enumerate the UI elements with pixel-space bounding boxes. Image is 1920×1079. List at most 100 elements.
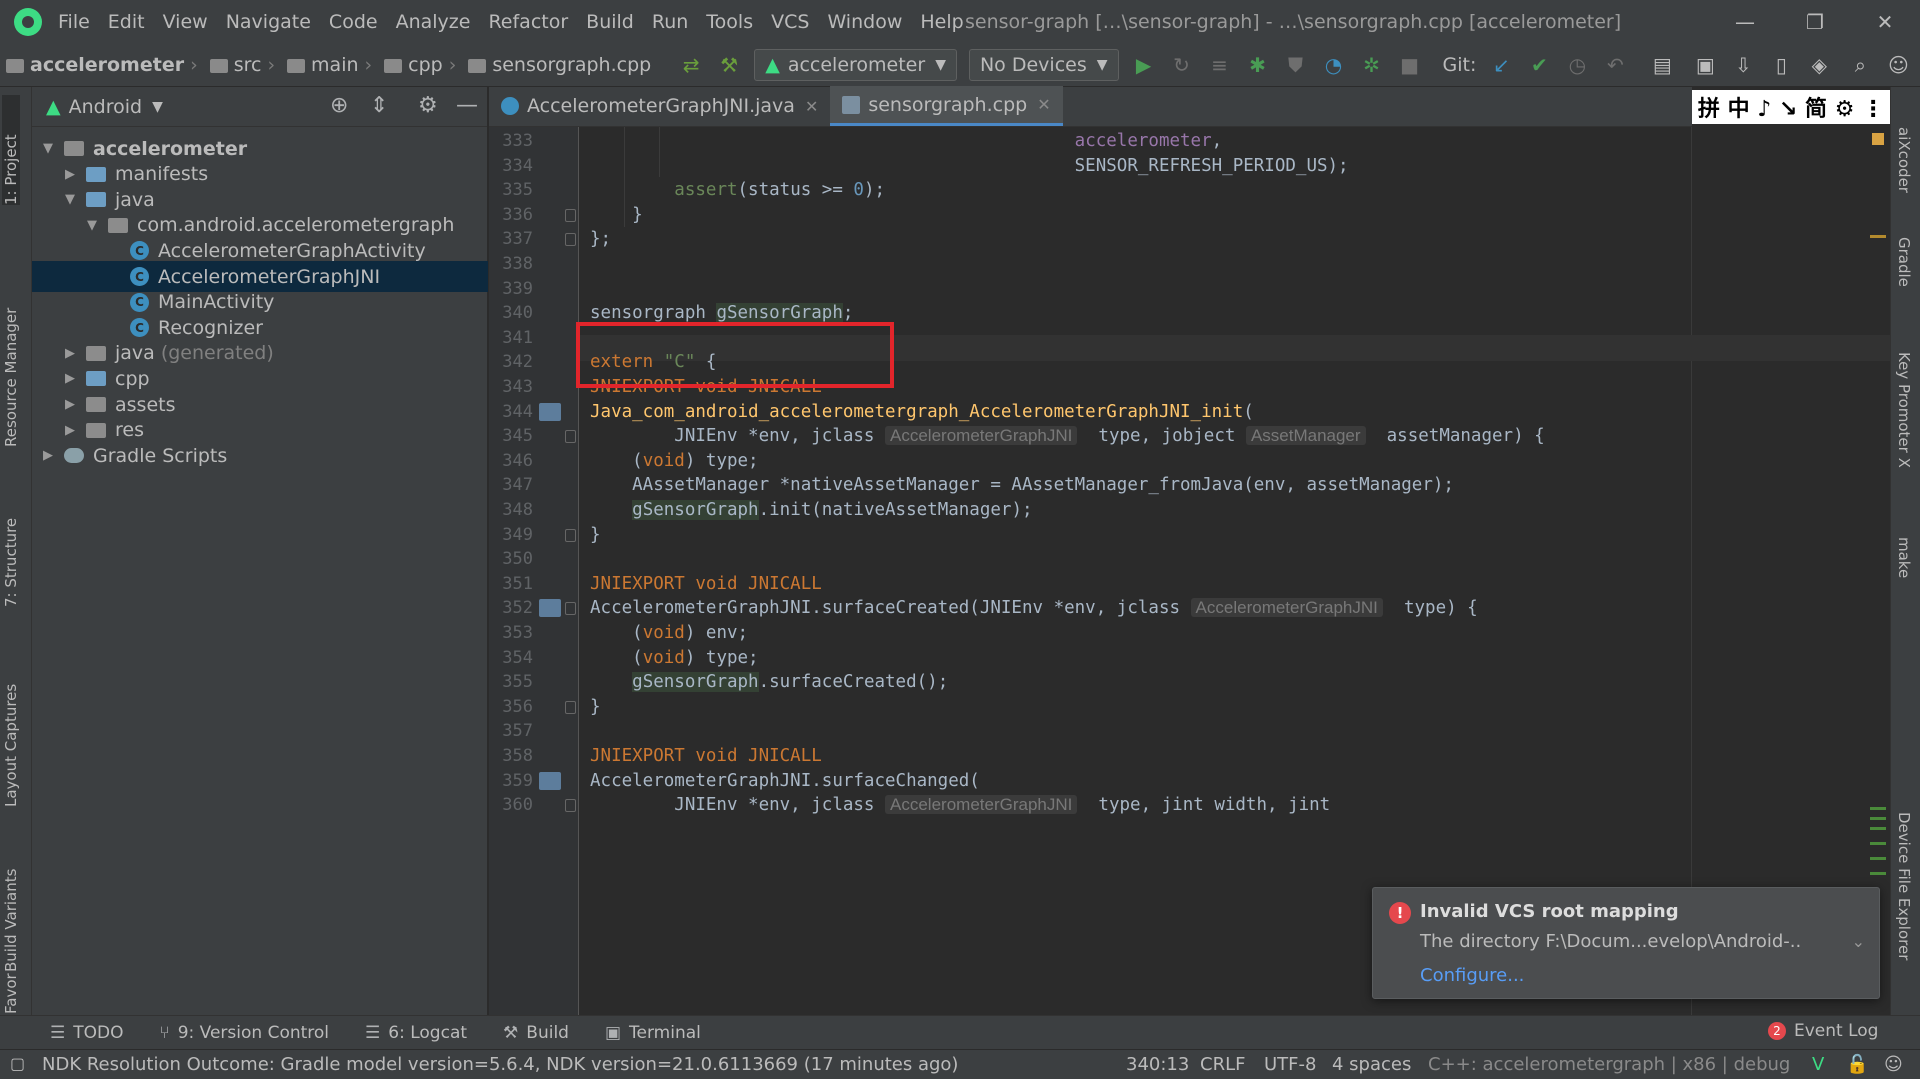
attach-debugger-icon[interactable]: ✲ [1358,51,1386,79]
code-line[interactable]: (void) env; [590,621,748,645]
code-line[interactable]: (void) type; [590,449,758,473]
breadcrumb-item[interactable]: cpp › [384,54,462,76]
warning-indicator-icon[interactable] [1872,133,1884,145]
fold-marker-icon[interactable] [565,602,576,616]
restore-icon[interactable]: ❐ [1780,0,1850,43]
line-number[interactable]: 349 [489,525,533,545]
stop-icon[interactable]: ■ [1396,51,1424,79]
code-line[interactable]: SENSOR_REFRESH_PERIOD_US); [590,154,1349,178]
code-line[interactable]: accelerometer, [590,129,1223,153]
caret-position[interactable]: 340:13 [1126,1054,1189,1075]
tab-accelerometergraphjni-java[interactable]: AccelerometerGraphJNI.java ✕ [489,86,830,126]
vcs-rollback-icon[interactable]: ↶ [1601,51,1629,79]
menu-item[interactable]: File [58,11,90,33]
menu-item[interactable]: Window [827,11,902,33]
editor-error-stripe[interactable] [1868,127,1890,1015]
menu-item[interactable]: Refactor [488,11,568,33]
tab-device-file-explorer[interactable]: Device File Explorer [1895,812,1913,960]
tab-build[interactable]: ⚒ Build [503,1023,569,1043]
breadcrumb-item[interactable]: main › [287,54,378,76]
code-line[interactable]: } [590,695,601,719]
code-line[interactable]: JNIEXPORT void JNICALL [590,744,822,768]
ime-toolbar[interactable]: 拼 中 ♪ ↘ 简 ⚙ ⋮ [1692,90,1890,124]
hector-inspector-icon[interactable]: ☺ [1884,1054,1903,1075]
run-config-select[interactable]: ▲ accelerometer ▼ [754,48,957,81]
event-log-button[interactable]: 2 Event Log [1768,1021,1878,1041]
tree-item[interactable]: ▶ Gradle Scripts [32,440,488,471]
line-number[interactable]: 360 [489,795,533,815]
fold-marker-icon[interactable] [565,528,576,542]
line-number[interactable]: 334 [489,156,533,176]
tab-sensorgraph-cpp[interactable]: sensorgraph.cpp ✕ [830,86,1063,126]
tab-aixcoder[interactable]: aiXcoder [1895,127,1913,193]
menu-item[interactable]: Navigate [226,11,311,33]
menu-item[interactable]: Code [329,11,378,33]
line-number[interactable]: 344 [489,402,533,422]
line-number[interactable]: 353 [489,623,533,643]
menu-item[interactable]: Run [652,11,688,33]
line-number[interactable]: 338 [489,254,533,274]
line-number[interactable]: 348 [489,500,533,520]
profile-icon[interactable]: ◔ [1320,51,1348,79]
jni-implementation-gutter-icon[interactable] [539,771,561,790]
line-number[interactable]: 357 [489,721,533,741]
line-separator[interactable]: CRLF [1200,1054,1245,1075]
code-line[interactable]: AAssetManager *nativeAssetManager = AAss… [590,473,1454,497]
line-number[interactable]: 343 [489,377,533,397]
user-avatar-icon[interactable]: ☺ [1884,51,1912,79]
line-number[interactable]: 333 [489,131,533,151]
stripe-mark[interactable] [1870,827,1886,830]
make-project-hammer-icon[interactable]: ⚒ [715,51,743,79]
stripe-mark[interactable] [1870,807,1886,810]
vcs-commit-icon[interactable]: ✔ [1525,51,1553,79]
device-select[interactable]: No Devices ▼ [968,48,1119,81]
sync-icon[interactable]: ⇄ [677,51,705,79]
coverage-icon[interactable]: ⛊ [1282,51,1310,79]
tab-favorites[interactable]: Favorites [2,972,20,1014]
lock-icon[interactable]: 🔓 [1846,1054,1868,1075]
line-number[interactable]: 359 [489,771,533,791]
expanded-arrow-icon[interactable]: ▼ [62,192,78,207]
code-line[interactable]: (void) type; [590,646,758,670]
toggle-tool-windows-icon[interactable]: ▢ [10,1054,25,1073]
code-line[interactable]: gSensorGraph.surfaceCreated(); [590,670,948,694]
sdk-manager-icon[interactable]: ⇩ [1729,51,1757,79]
layout-inspector-icon[interactable]: ◈ [1805,51,1833,79]
resolve-context[interactable]: C++: accelerometergraph | x86 | debug [1428,1054,1790,1075]
vcs-history-icon[interactable]: ◷ [1563,51,1591,79]
expanded-arrow-icon[interactable]: ▼ [40,141,56,156]
menu-item[interactable]: Edit [108,11,145,33]
aixcoder-status-icon[interactable]: V [1812,1054,1824,1075]
line-number[interactable]: 336 [489,205,533,225]
tab-project[interactable]: 1: Project [2,95,20,205]
line-number[interactable]: 342 [489,352,533,372]
tab-key-promoter-x[interactable]: Key Promoter X [1895,352,1913,468]
tab-todo[interactable]: ☰ TODO [50,1023,124,1043]
code-line[interactable]: AccelerometerGraphJNI.surfaceCreated(JNI… [590,596,1478,620]
tab-version-control[interactable]: ⑂ 9: Version Control [160,1023,330,1043]
stripe-mark[interactable] [1870,857,1886,860]
tab-terminal[interactable]: ▣ Terminal [605,1023,701,1043]
close-tab-icon[interactable]: ✕ [1037,95,1050,114]
collapsed-arrow-icon[interactable]: ▶ [62,346,78,361]
code-line[interactable]: JNIEXPORT void JNICALL [590,572,822,596]
line-number[interactable]: 339 [489,279,533,299]
menu-item[interactable]: Build [586,11,634,33]
collapsed-arrow-icon[interactable]: ▶ [62,371,78,386]
menu-item[interactable]: VCS [771,11,809,33]
close-tab-icon[interactable]: ✕ [805,97,818,116]
breadcrumb-item[interactable]: sensorgraph.cpp [468,54,651,76]
apply-changes-icon[interactable]: ↻ [1168,51,1196,79]
stripe-mark[interactable] [1870,842,1886,845]
code-line[interactable]: JNIEnv *env, jclass AccelerometerGraphJN… [590,793,1330,817]
line-number[interactable]: 345 [489,426,533,446]
configure-link[interactable]: Configure... [1420,965,1524,986]
line-number[interactable]: 340 [489,303,533,323]
status-message[interactable]: NDK Resolution Outcome: Gradle model ver… [42,1054,958,1075]
code-line[interactable]: } [590,523,601,547]
line-number[interactable]: 347 [489,475,533,495]
code-line[interactable]: } [590,203,643,227]
tab-resource-manager[interactable]: Resource Manager [2,247,20,447]
line-number[interactable]: 356 [489,697,533,717]
vcs-update-icon[interactable]: ↙ [1487,51,1515,79]
